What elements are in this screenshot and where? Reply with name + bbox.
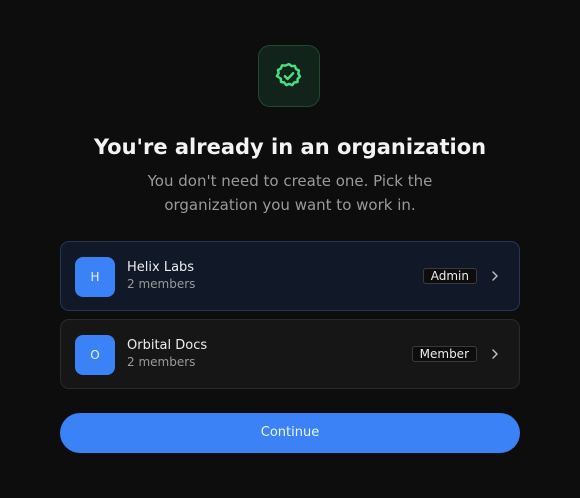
org-name: Orbital Docs <box>127 338 208 353</box>
org-avatar: H <box>75 257 115 297</box>
chevron-right-icon <box>492 271 498 281</box>
chevron-right-icon <box>492 349 498 359</box>
org-picker-page: You're already in an organization You do… <box>0 0 580 498</box>
verified-badge-icon <box>275 62 302 87</box>
org-card-orbital-docs[interactable]: O Orbital Docs 2 members Member <box>60 319 520 389</box>
org-avatar: O <box>75 335 115 375</box>
org-card-helix-labs[interactable]: H Helix Labs 2 members Admin <box>60 241 520 311</box>
page-title: You're already in an organization <box>93 135 487 159</box>
org-name: Helix Labs <box>127 260 195 275</box>
role-badge: Admin <box>422 268 477 284</box>
continue-button[interactable]: Continue <box>60 413 520 453</box>
org-member-count: 2 members <box>127 355 196 369</box>
role-badge: Member <box>411 346 477 362</box>
org-member-count: 2 members <box>127 277 196 291</box>
verified-badge-container <box>258 45 320 107</box>
page-subtitle: You don't need to create one. Pick the o… <box>147 172 433 214</box>
